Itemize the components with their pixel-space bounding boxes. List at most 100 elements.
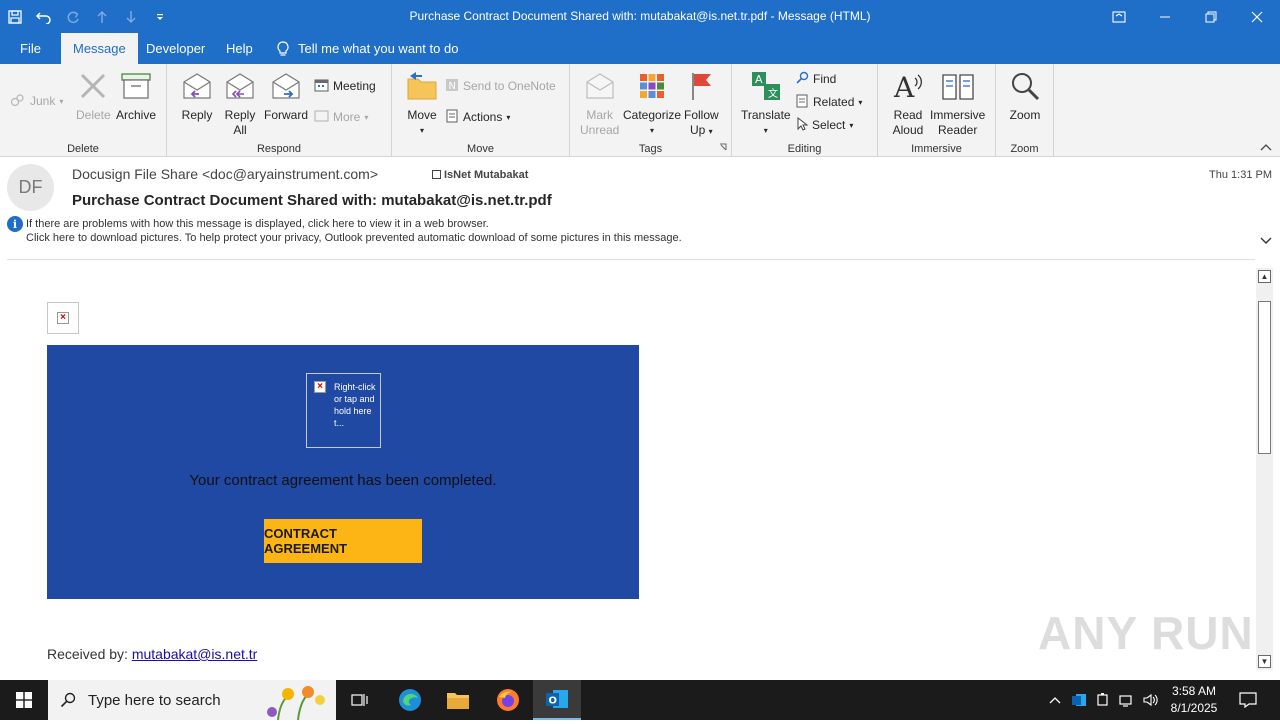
reply-icon (180, 68, 214, 104)
read-aloud-button[interactable]: A Read Aloud (891, 68, 925, 138)
firefox-icon[interactable] (484, 680, 532, 720)
mark-unread-button[interactable]: Mark Unread (580, 68, 619, 138)
translate-icon: A文 (749, 68, 783, 104)
close-icon[interactable] (1234, 0, 1280, 33)
tab-file[interactable]: File (8, 33, 53, 64)
svg-text:N: N (449, 81, 456, 92)
taskbar-clock[interactable]: 3:58 AM 8/1/2025 (1166, 683, 1222, 717)
svg-text:A: A (893, 71, 915, 102)
delete-x-icon (76, 68, 110, 104)
search-icon (48, 692, 88, 708)
customize-toolbar-icon[interactable] (145, 0, 174, 33)
immersive-reader-button[interactable]: Immersive Reader (930, 68, 985, 138)
clock-date: 8/1/2025 (1170, 701, 1218, 715)
svg-text:文: 文 (768, 87, 778, 100)
arrow-down-icon[interactable] (116, 0, 145, 33)
vertical-scrollbar[interactable]: ▲ ▼ (1256, 268, 1273, 670)
redo-icon[interactable] (58, 0, 87, 33)
ribbon-tabs: File Message Developer Help Tell me what… (0, 33, 1280, 64)
zoom-group: Zoom Zoom (996, 64, 1054, 157)
more-icon (314, 109, 329, 126)
move-group: Move ▾ N Send to OneNote Actions ▾ Move (392, 64, 570, 157)
quick-access-toolbar (0, 0, 174, 33)
reply-button[interactable]: Reply (180, 68, 214, 123)
magnifier-icon (1008, 68, 1042, 104)
edge-browser-icon[interactable] (386, 680, 434, 720)
view-in-browser-notice[interactable]: If there are problems with how this mess… (26, 218, 489, 230)
zoom-button[interactable]: Zoom (1008, 68, 1042, 123)
info-icon: i (7, 216, 23, 232)
collapse-ribbon-icon[interactable] (1260, 140, 1272, 154)
notifications-icon[interactable] (1234, 680, 1262, 720)
forward-button[interactable]: Forward (264, 68, 308, 123)
more-respond-button[interactable]: More ▾ (314, 107, 368, 127)
related-button[interactable]: Related ▾ (796, 92, 862, 112)
scroll-up-icon[interactable]: ▲ (1258, 270, 1271, 283)
categorize-button[interactable]: Categorize ▾ (623, 68, 681, 138)
chevron-down-icon[interactable] (1260, 234, 1272, 248)
contact-icon (432, 170, 441, 179)
meeting-button[interactable]: Meeting (314, 76, 376, 96)
follow-up-button[interactable]: Follow Up ▾ (684, 68, 719, 139)
tell-me-text: Tell me what you want to do (298, 41, 459, 56)
cursor-icon (796, 116, 809, 134)
image-placeholder[interactable]: × Right-click or tap and hold here t... (306, 373, 381, 448)
archive-button[interactable]: Archive (116, 68, 156, 123)
flowers-icon (258, 682, 333, 724)
message-subject: Purchase Contract Document Shared with: … (72, 192, 552, 209)
scroll-down-icon[interactable]: ▼ (1258, 655, 1271, 668)
sender[interactable]: Docusign File Share <doc@aryainstrument.… (72, 166, 378, 182)
recipient-email-link[interactable]: mutabakat@is.net.tr (132, 646, 258, 662)
svg-text:A: A (755, 73, 763, 86)
tags-dialog-launcher-icon[interactable] (719, 140, 727, 154)
folder-move-icon (405, 68, 439, 104)
minimize-icon[interactable] (1142, 0, 1188, 33)
outlook-icon[interactable]: O (533, 680, 581, 720)
tell-me-box[interactable]: Tell me what you want to do (276, 33, 458, 64)
save-icon[interactable] (0, 0, 29, 33)
received-date: Thu 1:31 PM (1209, 169, 1272, 181)
battery-icon[interactable] (1093, 680, 1113, 720)
search-placeholder: Type here to search (88, 691, 221, 709)
banner-message: Your contract agreement has been complet… (189, 472, 497, 489)
meeting-icon (314, 78, 329, 95)
ribbon-display-options-icon[interactable] (1096, 0, 1142, 33)
respond-group: Reply Reply All Forward Meeting More ▾ R… (167, 64, 392, 157)
tab-message[interactable]: Message (61, 33, 138, 64)
show-hidden-icons-icon[interactable] (1045, 680, 1065, 720)
restore-icon[interactable] (1188, 0, 1234, 33)
ribbon: Junk ▾ Delete Archive Delete Reply Reply… (0, 64, 1280, 157)
flag-icon (684, 68, 718, 104)
task-view-icon[interactable] (336, 680, 384, 720)
contract-agreement-button[interactable]: CONTRACT AGREEMENT (264, 519, 422, 563)
find-button[interactable]: Find (796, 69, 836, 89)
actions-button[interactable]: Actions ▾ (445, 107, 510, 127)
delete-button[interactable]: Delete (76, 68, 111, 123)
undo-icon[interactable] (29, 0, 58, 33)
junk-button[interactable]: Junk ▾ (10, 91, 63, 111)
windows-start-icon[interactable] (0, 680, 48, 720)
onenote-icon: N (445, 78, 459, 95)
reply-all-button[interactable]: Reply All (223, 68, 257, 138)
translate-button[interactable]: A文 Translate ▾ (741, 68, 791, 138)
arrow-up-icon[interactable] (87, 0, 116, 33)
file-explorer-icon[interactable] (434, 680, 482, 720)
network-icon[interactable] (1117, 680, 1137, 720)
immersive-group: A Read Aloud Immersive Reader Immersive (878, 64, 996, 157)
outlook-tray-icon[interactable] (1069, 680, 1089, 720)
select-button[interactable]: Select ▾ (796, 115, 853, 135)
junk-icon (10, 93, 26, 110)
scroll-thumb[interactable] (1258, 301, 1271, 454)
volume-icon[interactable] (1141, 680, 1161, 720)
tab-developer[interactable]: Developer (134, 33, 217, 64)
categorize-icon (635, 68, 669, 104)
immersive-reader-icon (941, 68, 975, 104)
send-to-onenote-button[interactable]: N Send to OneNote (445, 76, 556, 96)
broken-image-placeholder[interactable]: × (47, 302, 79, 334)
download-pictures-notice[interactable]: Click here to download pictures. To help… (26, 232, 682, 244)
taskbar-search-box[interactable]: Type here to search (48, 680, 336, 721)
recipient[interactable]: IsNet Mutabakat (432, 169, 528, 181)
move-button[interactable]: Move ▾ (405, 68, 439, 138)
image-placeholder-text: Right-click or tap and hold here t... (334, 382, 376, 428)
tab-help[interactable]: Help (214, 33, 265, 64)
